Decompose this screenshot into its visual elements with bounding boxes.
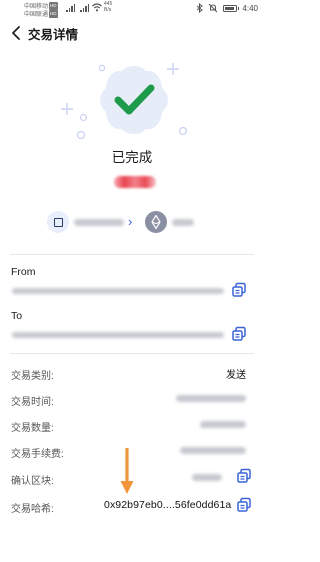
page-title: 交易详情 <box>28 27 79 42</box>
time-value-redacted <box>176 395 246 402</box>
sparkle-ring-icon <box>79 113 88 122</box>
battery-icon <box>223 4 240 12</box>
app-header: 交易详情 <box>0 18 264 48</box>
success-check-icon <box>100 66 168 134</box>
signal-icon <box>80 4 90 12</box>
type-label: 交易类别: <box>11 371 54 382</box>
annotation-arrow-icon <box>120 448 134 494</box>
network-speed: 445 B/s <box>104 1 113 13</box>
copy-icon[interactable] <box>236 468 252 484</box>
from-address-redacted <box>12 288 224 294</box>
mute-bell-icon <box>209 3 218 13</box>
amount-redacted <box>114 176 156 188</box>
from-label: From <box>11 266 36 278</box>
hash-value: 0x92b97eb0....56fe0dd61a <box>104 499 232 511</box>
ethereum-icon <box>145 211 167 233</box>
time-label: 交易时间: <box>11 397 54 408</box>
wallet-token-icon <box>47 211 69 233</box>
copy-icon[interactable] <box>231 326 247 342</box>
status-completed: 已完成 <box>111 150 153 165</box>
token-path: › <box>0 208 264 236</box>
wifi-icon <box>92 3 102 12</box>
block-label: 确认区块: <box>11 476 54 487</box>
amount-label: 交易数量: <box>11 423 54 434</box>
chevron-right-icon: › <box>128 214 133 229</box>
source-name-redacted <box>74 219 124 226</box>
to-address-redacted <box>12 332 224 338</box>
block-value-redacted <box>192 474 222 481</box>
amount-value-redacted <box>200 421 246 428</box>
divider <box>10 353 254 354</box>
hash-label: 交易哈希: <box>11 504 54 515</box>
copy-icon[interactable] <box>231 282 247 298</box>
bluetooth-icon <box>197 3 204 13</box>
dest-name-redacted <box>172 219 194 226</box>
sparkle-ring-icon <box>76 130 86 140</box>
divider <box>10 254 254 255</box>
type-value: 发送 <box>226 370 246 381</box>
sparkle-plus-icon <box>61 103 73 115</box>
back-arrow-icon[interactable] <box>4 18 28 48</box>
fee-label: 交易手续费: <box>11 449 64 460</box>
sparkle-ring-icon <box>178 126 188 136</box>
clock: 4:40 <box>242 3 258 13</box>
status-bar: 中国移动 HD 中国联通 HD 445 B/s 4:40 <box>0 0 264 18</box>
to-label: To <box>11 310 23 322</box>
fee-value-redacted <box>180 447 246 454</box>
copy-icon[interactable] <box>236 497 252 513</box>
signal-icon <box>66 4 76 12</box>
